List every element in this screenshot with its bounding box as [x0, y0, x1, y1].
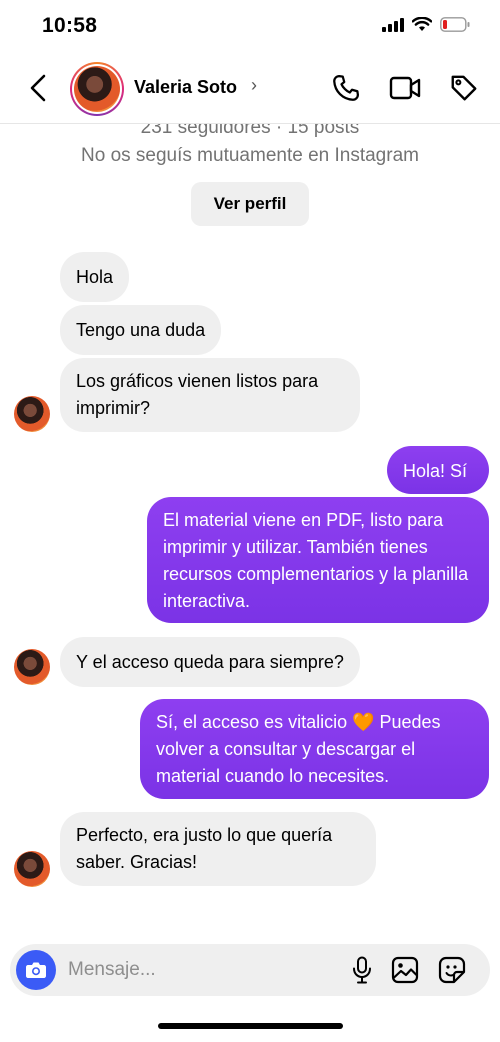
- camera-icon: [26, 962, 46, 978]
- message-incoming[interactable]: Hola: [60, 252, 130, 302]
- sender-avatar: [14, 396, 50, 432]
- signal-icon: [382, 17, 404, 32]
- message-incoming[interactable]: Tengo una duda: [60, 305, 222, 355]
- call-button[interactable]: [330, 72, 362, 104]
- contact-name[interactable]: Valeria Soto: [134, 77, 237, 98]
- status-bar: 10:58: [0, 0, 500, 52]
- tag-icon: [451, 75, 477, 101]
- voice-message-button[interactable]: [347, 955, 377, 985]
- home-indicator: [158, 1023, 343, 1029]
- chevron-right-icon: ›: [251, 75, 257, 95]
- back-button[interactable]: [22, 72, 54, 104]
- tag-button[interactable]: [448, 72, 480, 104]
- sender-avatar: [14, 851, 50, 887]
- message-outgoing[interactable]: Sí, el acceso es vitalicio 🧡 Puedes volv…: [140, 699, 489, 799]
- status-icons: [382, 17, 470, 32]
- message-input[interactable]: [68, 952, 338, 988]
- chat-header: Valeria Soto ›: [0, 52, 500, 124]
- message-incoming[interactable]: Perfecto, era justo lo que quería saber.…: [60, 812, 376, 886]
- gallery-icon: [391, 956, 419, 984]
- mutual-follow-note: No os seguís mutuamente en Instagram: [81, 145, 419, 166]
- microphone-icon: [353, 956, 371, 984]
- message-outgoing[interactable]: El material viene en PDF, listo para imp…: [147, 497, 489, 623]
- gallery-button[interactable]: [390, 955, 420, 985]
- sticker-icon: [438, 956, 466, 984]
- camera-button[interactable]: [16, 950, 56, 990]
- avatar-photo: [74, 66, 120, 112]
- contact-avatar[interactable]: [70, 62, 124, 116]
- view-profile-button[interactable]: Ver perfil: [191, 182, 309, 226]
- phone-icon: [333, 75, 359, 101]
- back-icon: [30, 74, 46, 102]
- message-incoming[interactable]: Y el acceso queda para siempre?: [60, 637, 360, 687]
- message-outgoing[interactable]: Hola! Sí: [387, 446, 489, 494]
- message-composer: [10, 944, 490, 996]
- video-call-button[interactable]: [389, 72, 421, 104]
- video-icon: [389, 76, 421, 100]
- battery-icon: [440, 17, 470, 32]
- status-time: 10:58: [42, 14, 98, 37]
- sender-avatar: [14, 649, 50, 685]
- sticker-button[interactable]: [437, 955, 467, 985]
- message-incoming[interactable]: Los gráficos vienen listos para imprimir…: [60, 358, 360, 432]
- wifi-icon: [412, 17, 432, 31]
